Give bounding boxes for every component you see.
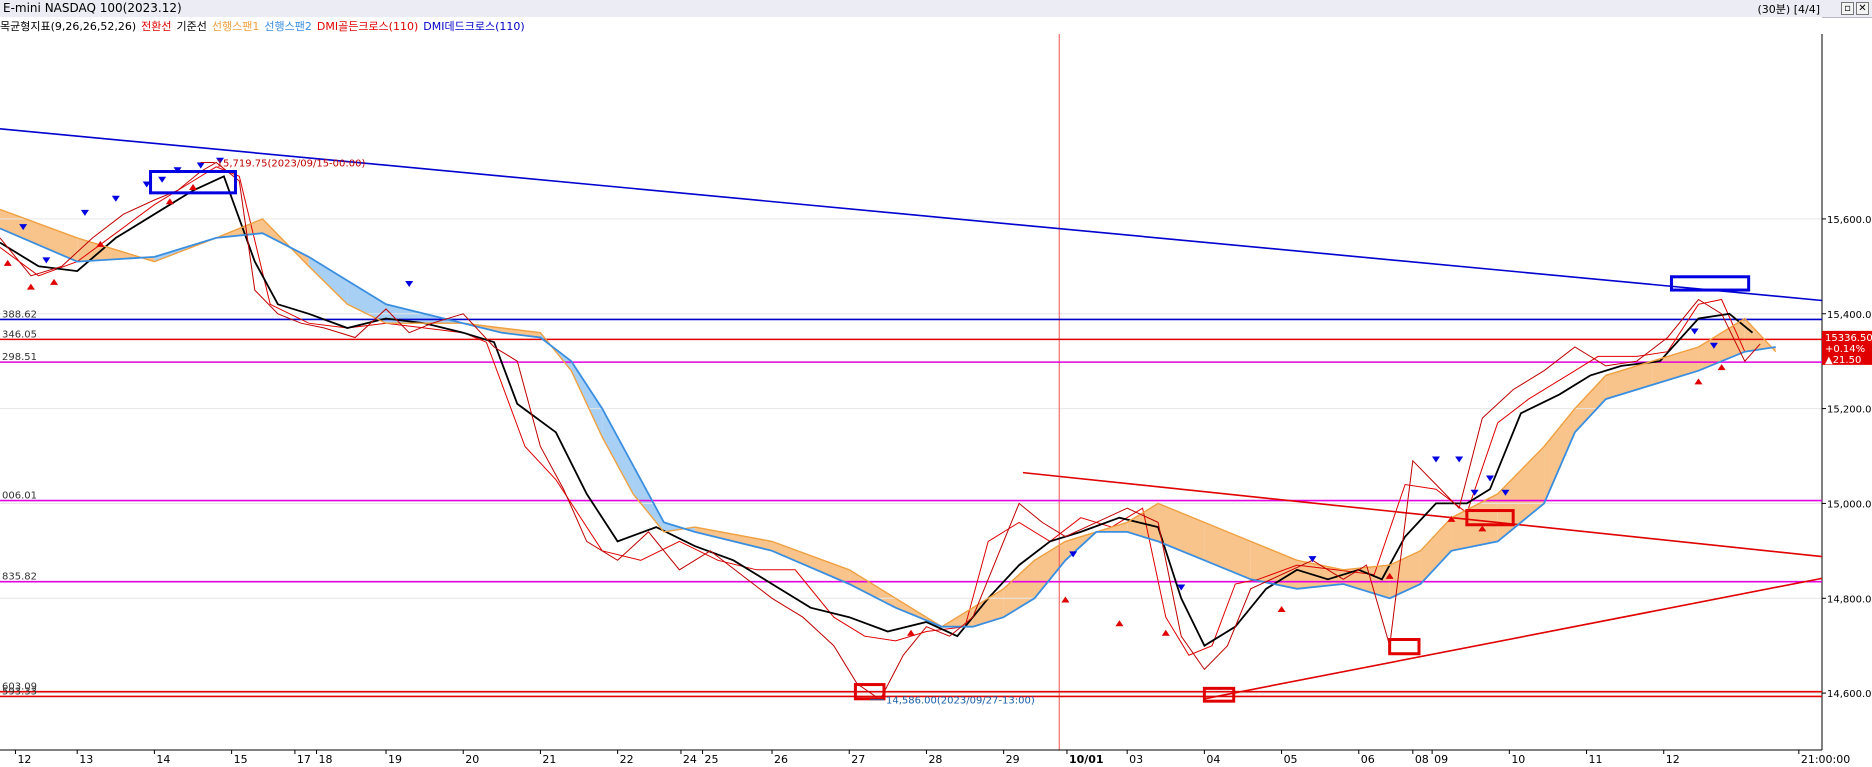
x-tick-label: 14: [156, 753, 170, 766]
y-tick-label: 15,200.00: [1827, 405, 1872, 416]
x-tick-label: 19: [388, 753, 402, 766]
x-tick-label: 09: [1434, 753, 1448, 766]
period-indicator[interactable]: (30분) [4/4]: [1758, 1, 1820, 17]
x-tick-label: 06: [1361, 753, 1375, 766]
legend-item: DMI골든크로스(110): [316, 20, 419, 33]
x-tick-label: 26: [774, 753, 788, 766]
y-tick-label: 15,400.00: [1827, 310, 1872, 321]
x-tick-label: 18: [319, 753, 333, 766]
x-tick-label: 12: [1666, 753, 1680, 766]
x-tick-label: 12: [17, 753, 31, 766]
hline-label: 346.05: [2, 329, 37, 340]
legend-item: 선행스팬2: [264, 20, 312, 33]
legend-item: 전환선: [141, 20, 172, 33]
legend-item: 선행스팬1: [211, 20, 260, 33]
candlestick-chart[interactable]: 388.62346.05298.51006.01835.82603.09593.…: [0, 17, 1872, 767]
x-tick-label: 24: [683, 753, 697, 766]
x-tick-label: 15: [234, 753, 248, 766]
close-button[interactable]: ✕: [1856, 2, 1869, 15]
window-title: E-mini NASDAQ 100(2023.12): [3, 1, 182, 15]
hline-label: 006.01: [2, 491, 37, 502]
x-tick-label: 27: [851, 753, 865, 766]
x-tick-label: 05: [1284, 753, 1298, 766]
y-tick-label: 15,000.00: [1827, 499, 1872, 510]
x-tick-label: 10/01: [1069, 753, 1104, 766]
hline-label: 388.62: [2, 309, 37, 320]
hline-label: 835.82: [2, 572, 37, 583]
price-annotation: 14,586.00(2023/09/27-13:00): [886, 696, 1035, 707]
x-tick-label: 08: [1415, 753, 1429, 766]
x-tick-label: 20: [465, 753, 479, 766]
price-annotation: 15,719.75(2023/09/15-00:00): [217, 159, 366, 170]
x-tick-label: 03: [1129, 753, 1143, 766]
legend-item: 기준선: [176, 20, 207, 33]
y-tick-label: 14,800.00: [1827, 594, 1872, 605]
window-titlebar: E-mini NASDAQ 100(2023.12) (30분) [4/4] ▫…: [0, 0, 1872, 18]
x-tick-label: 10: [1511, 753, 1525, 766]
x-tick-label: 25: [705, 753, 719, 766]
legend-item: DMI데드크로스(110): [423, 20, 525, 33]
hline-label: 298.51: [2, 352, 37, 363]
x-tick-label: 04: [1206, 753, 1220, 766]
y-tick-label: 15,600.00: [1827, 215, 1872, 226]
legend-item: 목균형지표(9,26,26,52,26): [0, 20, 137, 33]
x-tick-label: 21: [542, 753, 556, 766]
hline-label: 593.33: [2, 686, 37, 697]
x-tick-label: 28: [928, 753, 942, 766]
x-tick-label: 21:00:00: [1801, 753, 1850, 766]
x-tick-label: 29: [1006, 753, 1020, 766]
last-price-text: +0.14%: [1825, 344, 1865, 355]
indicator-legend: 목균형지표(9,26,26,52,26) 전환선 기준선 선행스팬1 선행스팬2 DMI골…: [0, 18, 530, 34]
x-tick-label: 13: [79, 753, 93, 766]
restore-button[interactable]: ▫: [1841, 2, 1854, 15]
y-tick-label: 14,600.00: [1827, 689, 1872, 700]
x-tick-label: 22: [620, 753, 634, 766]
x-tick-label: 17: [297, 753, 311, 766]
x-tick-label: 11: [1589, 753, 1603, 766]
last-price-text: ▲21.50: [1825, 355, 1861, 366]
last-price-text: 15336.50: [1825, 333, 1872, 344]
